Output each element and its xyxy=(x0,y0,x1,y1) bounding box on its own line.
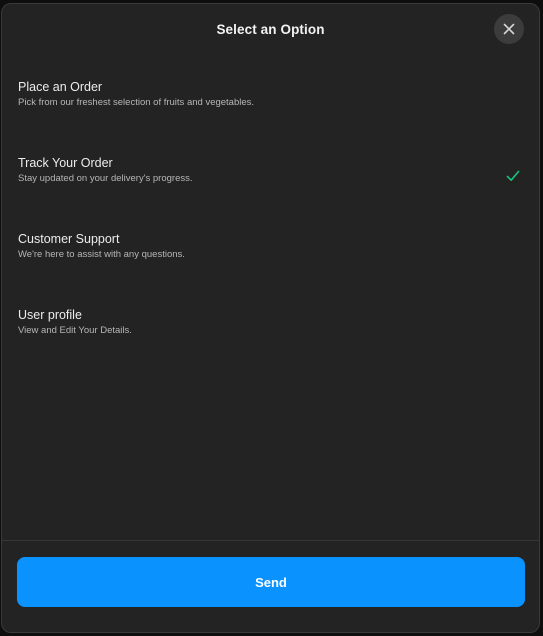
option-description: We're here to assist with any questions. xyxy=(18,249,185,260)
option-description: Pick from our freshest selection of frui… xyxy=(18,97,255,108)
option-description: Stay updated on your delivery's progress… xyxy=(18,173,193,184)
option-dialog: Select an Option Place an Order Pick fro… xyxy=(1,3,540,633)
check-icon xyxy=(506,170,520,181)
option-place-order[interactable]: Place an Order Pick from our freshest se… xyxy=(2,76,539,152)
send-button[interactable]: Send xyxy=(17,557,525,607)
option-track-order[interactable]: Track Your Order Stay updated on your de… xyxy=(2,152,539,228)
option-title: Customer Support xyxy=(18,232,120,246)
option-title: Track Your Order xyxy=(18,156,113,170)
option-description: View and Edit Your Details. xyxy=(18,325,132,336)
dialog-title: Select an Option xyxy=(216,22,325,37)
option-title: Place an Order xyxy=(18,80,103,94)
dialog-footer: Send xyxy=(2,540,539,632)
option-list: Place an Order Pick from our freshest se… xyxy=(2,76,539,380)
option-customer-support[interactable]: Customer Support We're here to assist wi… xyxy=(2,228,539,304)
close-button[interactable] xyxy=(494,14,524,44)
close-icon xyxy=(503,23,515,35)
option-user-profile[interactable]: User profile View and Edit Your Details. xyxy=(2,304,539,380)
option-title: User profile xyxy=(18,308,82,322)
dialog-header: Select an Option xyxy=(2,4,539,58)
